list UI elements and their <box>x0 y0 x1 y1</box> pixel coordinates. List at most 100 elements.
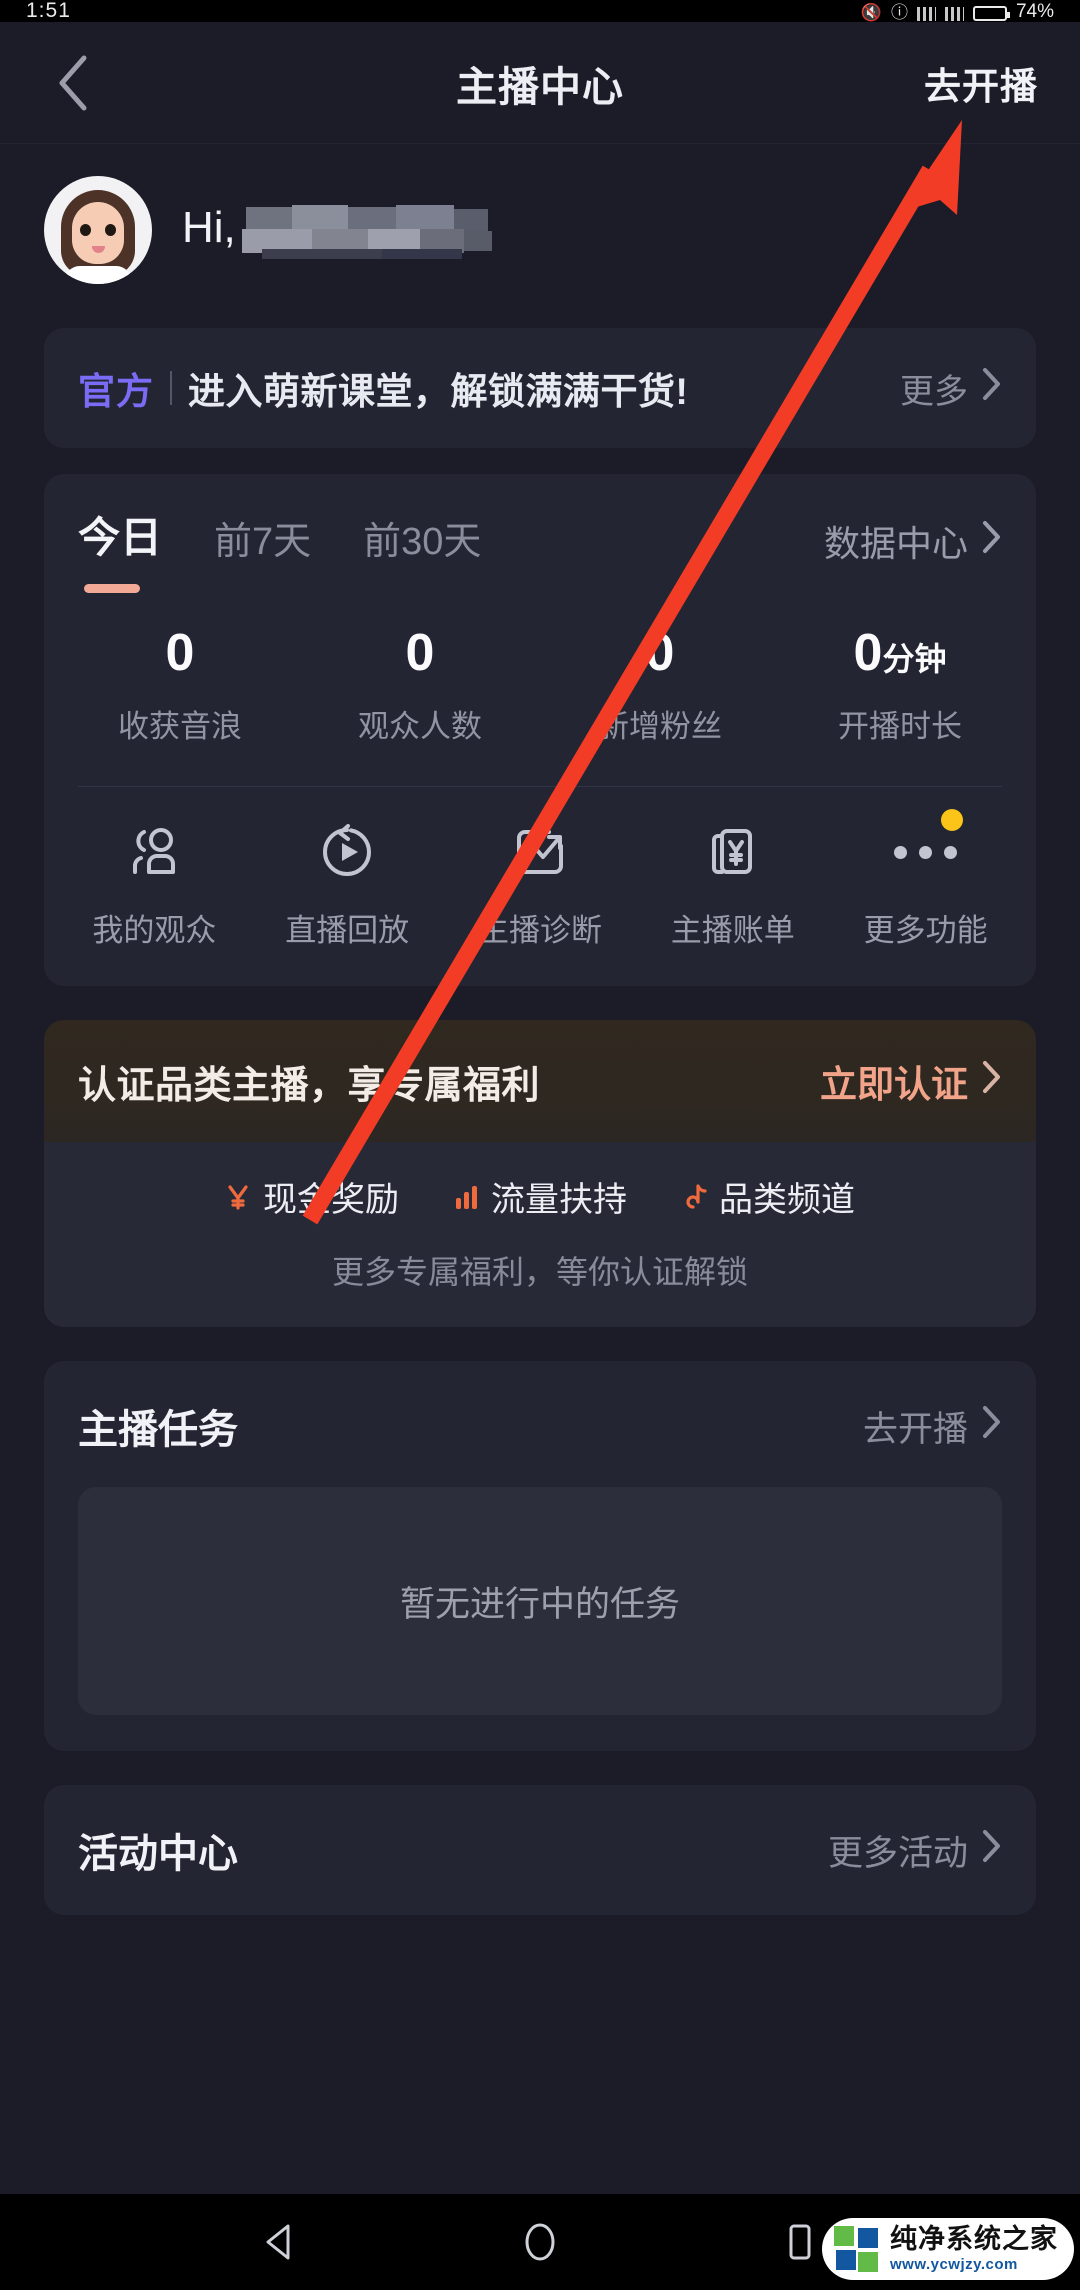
stat-label: 观众人数 <box>358 709 482 744</box>
quick-action-replay[interactable]: 直播回放 <box>251 821 444 950</box>
anchor-tasks-card: 主播任务 去开播 暂无进行中的任务 <box>44 1361 1036 1751</box>
bill-yen-icon <box>704 821 762 883</box>
status-bar: 1:51 🔇 ⓘ 74% <box>0 0 1080 22</box>
people-icon <box>125 821 183 883</box>
quick-action-label: 主播诊断 <box>477 913 602 948</box>
quick-action-label: 直播回放 <box>285 913 410 948</box>
quick-action-label: 更多功能 <box>863 913 988 948</box>
tab-last-7-days[interactable]: 前7天 <box>214 510 311 575</box>
activity-center-card: 活动中心 更多活动 <box>44 1785 1036 1915</box>
stat-unit: 分钟 <box>882 641 947 677</box>
chevron-right-icon <box>982 367 1002 410</box>
back-button[interactable] <box>42 53 102 113</box>
stat-value: 0分钟 <box>780 627 1020 679</box>
quick-action-diagnosis[interactable]: 主播诊断 <box>444 821 637 950</box>
activity-link-label: 更多活动 <box>827 1833 968 1873</box>
banner-more-label: 更多 <box>900 372 968 411</box>
active-tab-indicator <box>84 584 140 593</box>
quick-action-more[interactable]: 更多功能 <box>829 809 1022 950</box>
certification-title: 认证品类主播，享专属福利 <box>78 1064 541 1107</box>
avatar[interactable] <box>44 176 152 284</box>
activity-header: 活动中心 更多活动 <box>44 1821 1036 1879</box>
watermark-text: 纯净系统之家 www.ycwjzy.com <box>890 2224 1058 2273</box>
stat-number: 0 <box>853 624 883 682</box>
chart-trend-icon <box>511 821 569 883</box>
android-back-button[interactable] <box>250 2212 310 2272</box>
tasks-title: 主播任务 <box>78 1408 238 1452</box>
perk-label: 品类频道 <box>719 1181 855 1219</box>
data-center-link[interactable]: 数据中心 <box>824 515 1002 575</box>
site-watermark: 纯净系统之家 www.ycwjzy.com <box>822 2218 1074 2280</box>
certification-body: 现金奖励 流量扶持 品类频道 更多专属福利，等你认证解锁 <box>44 1142 1036 1327</box>
quick-action-label: 主播账单 <box>670 913 795 948</box>
divider <box>170 371 172 405</box>
period-tabs: 今日 前7天 前30天 数据中心 <box>44 504 1036 593</box>
stat-item[interactable]: 0 新增粉丝 <box>540 627 780 746</box>
stat-item[interactable]: 0 观众人数 <box>300 627 540 746</box>
battery-icon <box>972 6 1010 21</box>
tab-last-30-days[interactable]: 前30天 <box>363 510 481 575</box>
certification-card: 认证品类主播，享专属福利 立即认证 现金奖励 流量扶持 品类频道 更多专属福利，… <box>44 1020 1036 1327</box>
tab-label: 今日 <box>78 514 163 561</box>
app-content: 主播中心 去开播 Hi, 官方 进入萌新课堂，解锁满满干货! 更多 今日 前7天… <box>0 22 1080 2194</box>
watermark-logo-icon <box>834 2226 880 2272</box>
greeting-text: Hi, <box>182 203 492 259</box>
stat-item[interactable]: 0分钟 开播时长 <box>780 627 1020 746</box>
stat-item[interactable]: 0 收获音浪 <box>60 627 300 746</box>
chevron-right-icon <box>982 1060 1002 1103</box>
perks-row: 现金奖励 流量扶持 品类频道 <box>44 1172 1036 1221</box>
stat-label: 新增粉丝 <box>598 709 722 744</box>
hi-label: Hi, <box>182 203 236 253</box>
watermark-title: 纯净系统之家 <box>890 2224 1058 2254</box>
perk-traffic-support: 流量扶持 <box>453 1172 627 1221</box>
triangle-back-icon <box>266 2224 290 2260</box>
circle-home-icon <box>525 2223 555 2261</box>
page-title: 主播中心 <box>456 63 624 110</box>
notification-badge <box>941 809 964 831</box>
certification-header[interactable]: 认证品类主播，享专属福利 立即认证 <box>44 1020 1036 1142</box>
certify-now-button[interactable]: 立即认证 <box>820 1054 1002 1108</box>
official-course-banner[interactable]: 官方 进入萌新课堂，解锁满满干货! 更多 <box>44 328 1036 448</box>
certify-now-label: 立即认证 <box>820 1064 968 1105</box>
stats-row: 0 收获音浪 0 观众人数 0 新增粉丝 0分钟 开播时长 <box>44 575 1036 786</box>
quick-action-bill[interactable]: 主播账单 <box>636 821 829 950</box>
go-live-button[interactable]: 去开播 <box>924 56 1038 110</box>
more-activities-link[interactable]: 更多活动 <box>828 1825 1002 1876</box>
stat-value: 0 <box>645 624 675 682</box>
tasks-empty-state: 暂无进行中的任务 <box>78 1487 1002 1715</box>
tab-today[interactable]: 今日 <box>78 504 163 593</box>
android-recents-button[interactable] <box>770 2212 830 2272</box>
navbar: 主播中心 去开播 <box>0 22 1080 144</box>
battery-percent: 74% <box>1015 1 1054 22</box>
square-recents-icon <box>789 2224 811 2260</box>
tab-label: 前30天 <box>363 521 482 563</box>
perk-label: 流量扶持 <box>491 1181 627 1219</box>
replay-icon <box>318 821 376 883</box>
status-time: 1:51 <box>26 0 71 22</box>
banner-more-link[interactable]: 更多 <box>900 364 1002 413</box>
quick-action-label: 我的观众 <box>92 913 217 948</box>
music-note-icon <box>681 1182 707 1212</box>
tasks-header: 主播任务 去开播 <box>44 1397 1036 1455</box>
vpn-icon: ⓘ <box>890 3 908 22</box>
tasks-link-label: 去开播 <box>862 1409 968 1449</box>
greeting-row: Hi, <box>0 144 1080 310</box>
signal-icon <box>916 7 936 21</box>
quick-action-my-audience[interactable]: 我的观众 <box>58 821 251 950</box>
stat-label: 收获音浪 <box>118 709 242 744</box>
status-icons: 🔇 ⓘ 74% <box>861 1 1054 22</box>
official-badge: 官方 <box>78 371 154 412</box>
chevron-right-icon <box>982 1405 1002 1448</box>
watermark-url: www.ycwjzy.com <box>890 2256 1018 2273</box>
phone-screen: 1:51 🔇 ⓘ 74% 主播中心 去开播 Hi, 官方 进入萌新课堂，解锁满满… <box>0 0 1080 2290</box>
perk-label: 现金奖励 <box>263 1181 399 1219</box>
tab-label: 前7天 <box>214 521 312 563</box>
perk-category-channel: 品类频道 <box>681 1172 855 1221</box>
quick-actions-row: 我的观众 直播回放 主播诊断 主播账单 更多功能 <box>44 787 1036 960</box>
data-center-label: 数据中心 <box>823 523 968 564</box>
tasks-go-live-link[interactable]: 去开播 <box>863 1401 1002 1452</box>
more-dots-icon <box>894 809 964 883</box>
data-summary-card: 今日 前7天 前30天 数据中心 0 收获音浪 0 观众人数 0 新增粉丝 0分… <box>44 474 1036 986</box>
android-home-button[interactable] <box>510 2212 570 2272</box>
stat-value: 0 <box>405 624 435 682</box>
